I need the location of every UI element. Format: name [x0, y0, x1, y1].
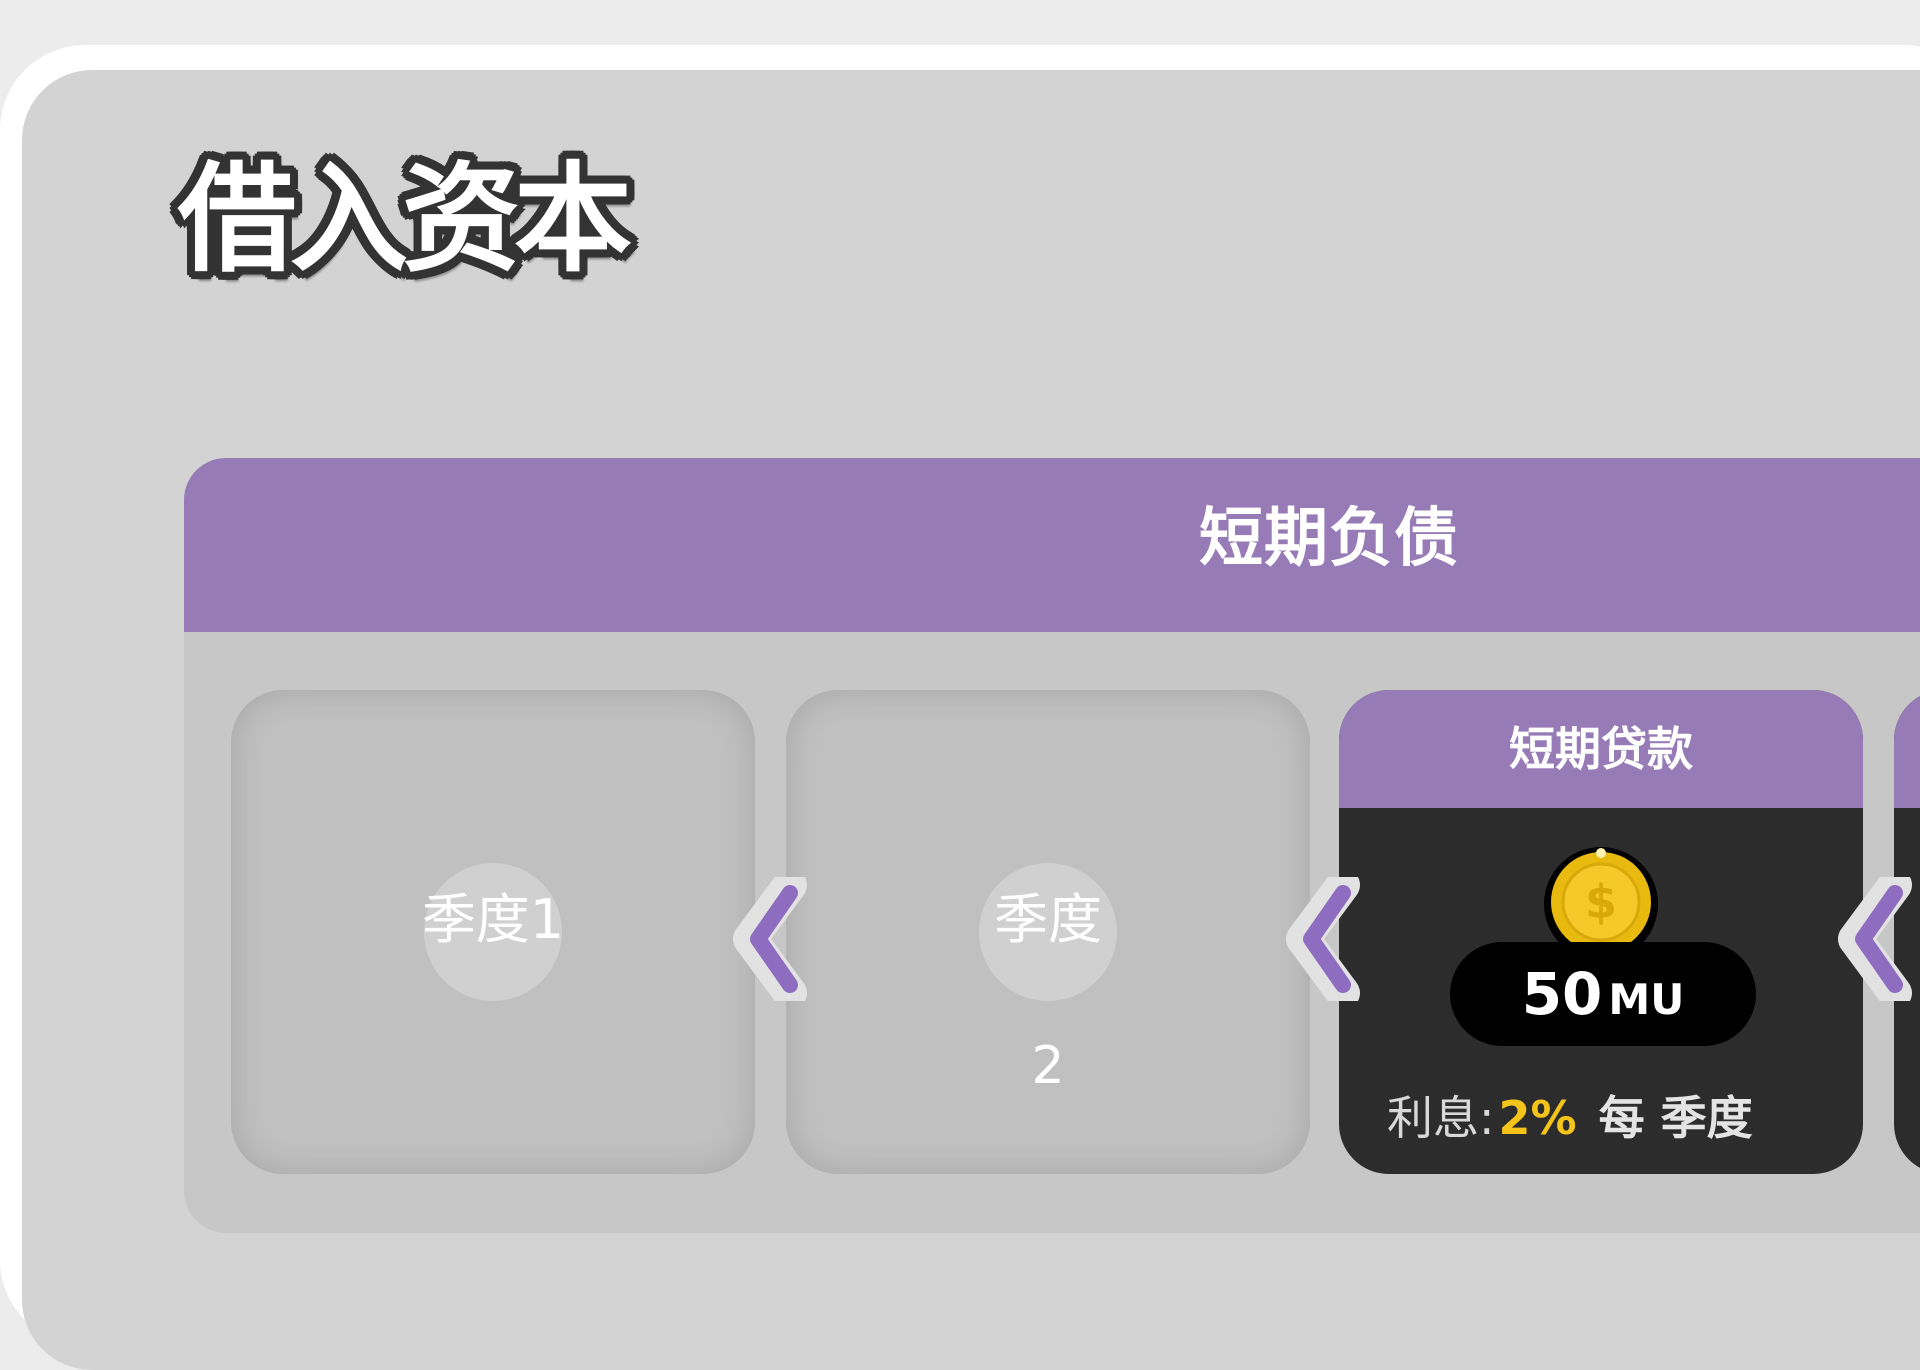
loan-amount-value: 50: [1521, 960, 1603, 1028]
chevron-left-icon: [733, 877, 807, 1001]
loan-card-title: 短期贷款: [1509, 722, 1693, 776]
season-slot-1[interactable]: 季度1: [231, 690, 755, 1174]
season-slot-2[interactable]: 季度 2: [786, 690, 1310, 1174]
season-label: 季度1: [421, 888, 565, 951]
chevron-left-icon: [1838, 877, 1912, 1001]
interest-period: 每 季度: [1598, 1091, 1753, 1145]
chevron-left-icon: [1286, 877, 1360, 1001]
loan-amount: 50 MU: [1450, 942, 1756, 1046]
next-loan-card-header: [1894, 690, 1920, 808]
loan-amount-unit: MU: [1608, 975, 1685, 1024]
season-number: 2: [1031, 1036, 1065, 1096]
interest-value: 2%: [1498, 1091, 1577, 1145]
short-term-loan-card[interactable]: 短期贷款 $ 50 MU 利息:2% 每 季度: [1339, 690, 1863, 1174]
loan-card-header: 短期贷款: [1339, 690, 1863, 808]
season-label: 季度: [994, 888, 1102, 951]
section-title: 短期负债: [1199, 502, 1459, 576]
page-title: 借入资本: [178, 150, 632, 288]
svg-text:$: $: [1585, 875, 1617, 929]
interest-label: 利息:: [1387, 1091, 1495, 1145]
interest-row: 利息:2% 每 季度: [1387, 1095, 1753, 1141]
section-header: 短期负债: [184, 458, 1920, 632]
